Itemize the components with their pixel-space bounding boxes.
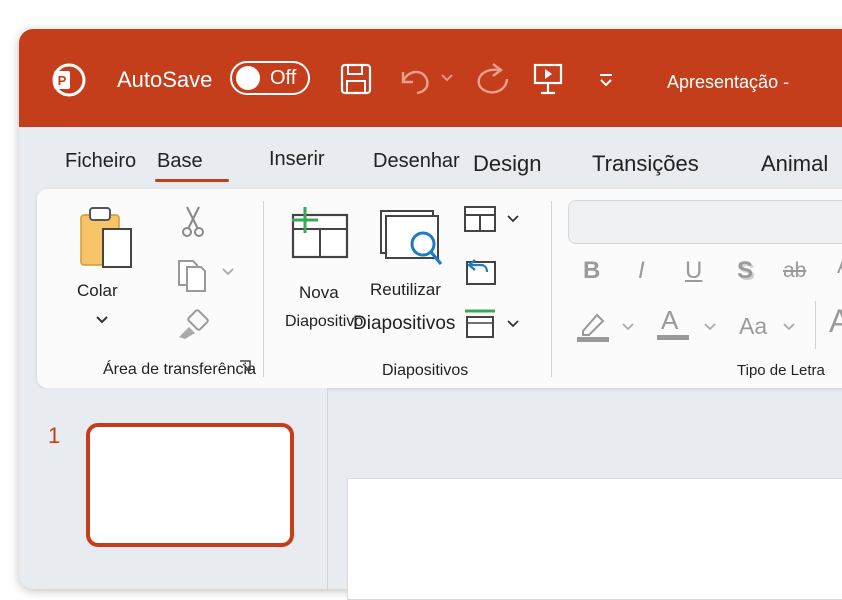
section-dropdown-chevron-icon[interactable] (506, 319, 520, 329)
autosave-label: AutoSave (117, 67, 213, 92)
customize-toolbar-icon[interactable] (598, 72, 614, 88)
ribbon-tab-bar: Ficheiro Base Inserir Desenhar Design Tr… (19, 127, 842, 189)
slide-canvas[interactable] (347, 478, 842, 600)
bold-button[interactable]: B (583, 257, 600, 285)
reuse-slides-label-line2[interactable]: Diapositivos (353, 313, 455, 335)
tab-desenhar[interactable]: Desenhar (373, 150, 460, 173)
copy-dropdown-chevron-icon[interactable] (221, 267, 235, 277)
strikethrough-button[interactable]: ab (783, 259, 806, 283)
tab-animacoes[interactable]: Animal (761, 151, 828, 177)
group-separator (263, 201, 264, 377)
font-group-label: Tipo de Letra (737, 362, 825, 379)
ribbon-panel: Colar Área de transferência Nova Diaposi… (37, 189, 842, 388)
save-icon[interactable] (339, 62, 373, 96)
tab-ficheiro[interactable]: Ficheiro (65, 150, 136, 173)
layout-dropdown-chevron-icon[interactable] (506, 214, 520, 224)
change-case-dropdown-chevron-icon[interactable] (782, 322, 796, 332)
paste-dropdown-chevron-icon[interactable] (94, 314, 110, 326)
tab-transicoes[interactable]: Transições (592, 151, 699, 177)
tab-design[interactable]: Design (473, 151, 541, 177)
underline-button[interactable]: U (685, 257, 702, 285)
font-color-dropdown-chevron-icon[interactable] (703, 322, 717, 332)
reuse-slides-label-line1[interactable]: Reutilizar (370, 280, 441, 300)
undo-dropdown-chevron-icon[interactable] (440, 73, 454, 83)
title-bar: P AutoSave Off Apresentação - (19, 29, 842, 127)
highlight-color-icon[interactable] (575, 309, 611, 343)
format-painter-brush-icon[interactable] (175, 307, 211, 341)
slide-thumbnail-1[interactable] (86, 423, 294, 547)
group-separator (551, 201, 552, 377)
start-slideshow-icon[interactable] (531, 61, 565, 97)
character-spacing-button[interactable]: AV (837, 253, 842, 279)
document-title: Apresentação - (667, 72, 790, 92)
font-color-button[interactable]: A (661, 305, 678, 336)
cut-scissors-icon[interactable] (180, 205, 206, 239)
powerpoint-logo-icon: P (52, 63, 86, 97)
reuse-slides-icon[interactable] (379, 209, 443, 271)
autosave-state: Off (270, 67, 297, 89)
copy-icon[interactable] (175, 257, 211, 293)
tab-inserir[interactable]: Inserir (269, 148, 325, 171)
tab-base[interactable]: Base (157, 150, 203, 173)
group-separator (815, 301, 816, 349)
new-slide-label-line2[interactable]: Diapositivo (285, 313, 363, 331)
undo-icon[interactable] (397, 62, 433, 96)
font-color-swatch (657, 335, 689, 340)
paste-clipboard-icon[interactable] (77, 203, 137, 271)
highlight-dropdown-chevron-icon[interactable] (621, 322, 635, 332)
svg-text:P: P (58, 73, 67, 88)
redo-icon[interactable] (471, 60, 511, 98)
new-slide-label-line1[interactable]: Nova (299, 283, 339, 303)
autosave-toggle[interactable]: Off (230, 61, 310, 95)
toggle-knob (236, 66, 260, 90)
paste-label[interactable]: Colar (77, 281, 118, 301)
reset-slide-icon[interactable] (463, 256, 497, 286)
italic-button[interactable]: I (638, 257, 645, 285)
change-case-button[interactable]: Aa (739, 313, 767, 340)
new-slide-icon[interactable] (289, 205, 351, 261)
selected-tab-indicator (155, 179, 229, 182)
increase-font-size-button[interactable]: A (829, 303, 842, 340)
slide-layout-icon[interactable] (463, 205, 497, 233)
section-icon[interactable] (463, 307, 497, 341)
font-name-input[interactable] (568, 200, 842, 244)
slides-group-label: Diapositivos (382, 362, 469, 379)
slide-number: 1 (48, 423, 61, 448)
clipboard-group-label: Área de transferência (103, 361, 256, 378)
clipboard-dialog-launcher-icon[interactable] (239, 360, 251, 372)
text-shadow-button[interactable]: S (737, 257, 753, 285)
